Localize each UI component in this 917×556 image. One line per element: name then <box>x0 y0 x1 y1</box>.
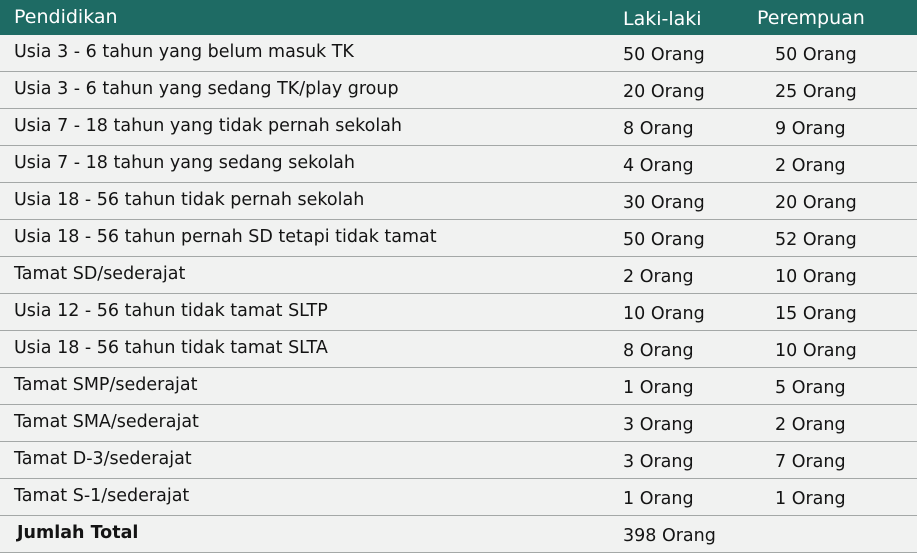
row-male-count: 1 Orang <box>623 489 694 509</box>
row-label: Usia 18 - 56 tahun tidak pernah sekolah <box>14 190 365 210</box>
table-body: Usia 3 - 6 tahun yang belum masuk TK 50 … <box>0 35 917 553</box>
row-male-count: 20 Orang <box>623 82 705 102</box>
education-table: Pendidikan Laki-laki Perempuan Usia 3 - … <box>0 0 917 556</box>
row-label: Usia 12 - 56 tahun tidak tamat SLTP <box>14 301 328 321</box>
row-female-count: 10 Orang <box>775 341 857 361</box>
table-row: Tamat D-3/sederajat 3 Orang 7 Orang <box>0 442 917 479</box>
row-label: Usia 7 - 18 tahun yang tidak pernah seko… <box>14 116 403 136</box>
row-male-count: 2 Orang <box>623 267 694 287</box>
row-male-count: 3 Orang <box>623 415 694 435</box>
row-label: Usia 18 - 56 tahun tidak tamat SLTA <box>14 338 328 358</box>
table-row: Tamat SD/sederajat 2 Orang 10 Orang <box>0 257 917 294</box>
row-male-count: 10 Orang <box>623 304 705 324</box>
row-male-count: 3 Orang <box>623 452 694 472</box>
row-female-count: 7 Orang <box>775 452 846 472</box>
table-row: Usia 18 - 56 tahun tidak tamat SLTA 8 Or… <box>0 331 917 368</box>
table-row: Usia 18 - 56 tahun pernah SD tetapi tida… <box>0 220 917 257</box>
table-row: Usia 7 - 18 tahun yang tidak pernah seko… <box>0 109 917 146</box>
row-label: Tamat D-3/sederajat <box>14 449 192 469</box>
row-male-count: 1 Orang <box>623 378 694 398</box>
row-male-count: 50 Orang <box>623 230 705 250</box>
total-row: Jumlah Total 398 Orang <box>0 516 917 553</box>
table-row: Usia 3 - 6 tahun yang belum masuk TK 50 … <box>0 35 917 72</box>
row-label: Tamat S-1/sederajat <box>14 486 190 506</box>
row-female-count: 52 Orang <box>775 230 857 250</box>
header-perempuan: Perempuan <box>757 7 865 29</box>
header-laki-laki: Laki-laki <box>623 8 702 30</box>
total-value: 398 Orang <box>623 526 716 546</box>
row-label: Tamat SMA/sederajat <box>14 412 199 432</box>
row-label: Usia 3 - 6 tahun yang belum masuk TK <box>14 42 354 62</box>
row-female-count: 15 Orang <box>775 304 857 324</box>
row-female-count: 25 Orang <box>775 82 857 102</box>
table-row: Usia 18 - 56 tahun tidak pernah sekolah … <box>0 183 917 220</box>
row-male-count: 8 Orang <box>623 341 694 361</box>
table-row: Usia 3 - 6 tahun yang sedang TK/play gro… <box>0 72 917 109</box>
row-label: Usia 18 - 56 tahun pernah SD tetapi tida… <box>14 227 437 247</box>
table-row: Usia 12 - 56 tahun tidak tamat SLTP 10 O… <box>0 294 917 331</box>
row-female-count: 9 Orang <box>775 119 846 139</box>
row-female-count: 1 Orang <box>775 489 846 509</box>
row-female-count: 50 Orang <box>775 45 857 65</box>
row-male-count: 50 Orang <box>623 45 705 65</box>
row-label: Usia 7 - 18 tahun yang sedang sekolah <box>14 153 356 173</box>
row-female-count: 2 Orang <box>775 156 846 176</box>
table-row: Tamat SMP/sederajat 1 Orang 5 Orang <box>0 368 917 405</box>
header-pendidikan: Pendidikan <box>14 6 118 28</box>
row-female-count: 20 Orang <box>775 193 857 213</box>
row-female-count: 10 Orang <box>775 267 857 287</box>
table-row: Tamat SMA/sederajat 3 Orang 2 Orang <box>0 405 917 442</box>
row-label: Tamat SMP/sederajat <box>14 375 198 395</box>
row-label: Tamat SD/sederajat <box>14 264 186 284</box>
row-female-count: 5 Orang <box>775 378 846 398</box>
row-male-count: 4 Orang <box>623 156 694 176</box>
row-male-count: 30 Orang <box>623 193 705 213</box>
table-row: Tamat S-1/sederajat 1 Orang 1 Orang <box>0 479 917 516</box>
total-label: Jumlah Total <box>17 523 139 543</box>
table-row: Usia 7 - 18 tahun yang sedang sekolah 4 … <box>0 146 917 183</box>
row-male-count: 8 Orang <box>623 119 694 139</box>
table-header: Pendidikan Laki-laki Perempuan <box>0 0 917 35</box>
row-female-count: 2 Orang <box>775 415 846 435</box>
row-label: Usia 3 - 6 tahun yang sedang TK/play gro… <box>14 79 399 99</box>
